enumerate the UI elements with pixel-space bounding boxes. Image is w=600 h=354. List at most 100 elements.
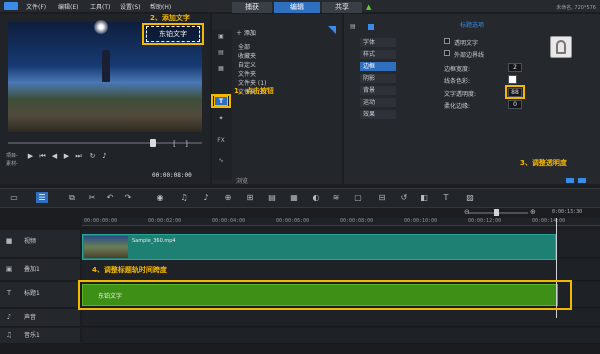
undo-icon[interactable]: ↶ bbox=[104, 192, 116, 203]
library-item[interactable]: 自定义 bbox=[238, 60, 256, 69]
timeline-scrollbar[interactable] bbox=[0, 344, 600, 354]
tab-font[interactable]: 字体 bbox=[360, 38, 396, 47]
outer-border-checkbox[interactable] bbox=[444, 50, 450, 56]
annotation-box-title-clip bbox=[78, 280, 572, 310]
mode-project-label[interactable]: 项目- bbox=[6, 152, 18, 159]
transparent-text-checkbox[interactable] bbox=[444, 38, 450, 44]
mask-icon[interactable]: ◐ bbox=[310, 192, 322, 203]
tab-capture[interactable]: 捕获 bbox=[232, 2, 272, 13]
path-icon[interactable]: ∿ bbox=[214, 156, 228, 166]
annotation-box-button bbox=[211, 94, 231, 108]
text-icon[interactable]: T bbox=[440, 192, 452, 203]
play-icon[interactable]: ▶ bbox=[26, 152, 35, 161]
next-frame-icon[interactable]: ▶ bbox=[62, 152, 71, 161]
scrub-handle[interactable] bbox=[150, 139, 156, 147]
preview-timecode[interactable]: 00:00:08:00 bbox=[152, 172, 192, 179]
media-icon[interactable]: ▣ bbox=[214, 32, 228, 42]
options-icon-b[interactable] bbox=[368, 24, 374, 30]
track-label-overlay: 叠加1 bbox=[24, 266, 40, 273]
border-preview-shape bbox=[556, 40, 566, 54]
subtitle-icon[interactable]: ▤ bbox=[266, 192, 278, 203]
panel-icon-a[interactable] bbox=[566, 178, 574, 183]
border-width-input[interactable]: 2 bbox=[508, 63, 522, 72]
title-track-icon: T bbox=[6, 289, 12, 297]
graphics-icon[interactable]: ✦ bbox=[214, 114, 228, 124]
mark-in-icon[interactable]: [ bbox=[170, 140, 179, 149]
annotation-box-text bbox=[142, 23, 204, 45]
line-color-label: 线条色彩: bbox=[444, 78, 471, 85]
mixer-icon[interactable]: ♫ bbox=[178, 192, 190, 203]
instant-project-icon[interactable]: ▤ bbox=[214, 48, 228, 58]
border-width-label: 边框宽度: bbox=[444, 66, 471, 73]
tab-edit[interactable]: 编辑 bbox=[274, 2, 320, 13]
end-icon[interactable]: ⏭ bbox=[74, 152, 83, 161]
repeat-icon[interactable]: ↻ bbox=[88, 152, 97, 161]
menu-help[interactable]: 帮助(H) bbox=[150, 2, 171, 11]
mark-out-icon[interactable]: ] bbox=[182, 140, 191, 149]
tab-shadow[interactable]: 阴影 bbox=[360, 74, 396, 83]
options-icon-a[interactable]: ▤ bbox=[350, 24, 356, 30]
app-window: 文件(F) 编辑(E) 工具(T) 设置(S) 帮助(H) 捕获 编辑 共享 ▲… bbox=[0, 0, 600, 354]
voice-track-icon: ♪ bbox=[6, 313, 12, 321]
zoom-out-icon[interactable]: ⊖ bbox=[464, 208, 470, 216]
prev-frame-icon[interactable]: ◀ bbox=[50, 152, 59, 161]
crop-icon[interactable]: ▢ bbox=[352, 192, 364, 203]
library-item[interactable]: 文件夹 bbox=[238, 69, 256, 78]
preview-sun bbox=[94, 20, 108, 34]
lane-voice[interactable] bbox=[82, 309, 600, 327]
music-track-icon: ♫ bbox=[5, 331, 13, 339]
library-add-label: 添加 bbox=[243, 30, 256, 37]
library-item[interactable]: 收藏夹 bbox=[238, 51, 256, 60]
menu-edit[interactable]: 编辑(E) bbox=[58, 2, 78, 11]
cut-icon[interactable]: ✂ bbox=[86, 192, 98, 203]
record-icon[interactable]: ◉ bbox=[154, 192, 166, 203]
stabilize-icon[interactable]: ≋ bbox=[330, 192, 342, 203]
library-add[interactable]: ＋ 添加 bbox=[236, 28, 256, 37]
app-logo-icon bbox=[4, 2, 18, 10]
motion-track-icon[interactable]: ⊕ bbox=[222, 192, 234, 203]
home-icon[interactable]: ⏮ bbox=[38, 152, 47, 161]
split-screen-icon[interactable]: ⊞ bbox=[244, 192, 256, 203]
track-label-music: 音乐1 bbox=[24, 332, 40, 339]
outer-border-label: 外部边界线 bbox=[454, 52, 485, 59]
menu-settings[interactable]: 设置(S) bbox=[120, 2, 141, 11]
line-color-swatch[interactable] bbox=[508, 75, 517, 84]
ruler-tick: 00:00:14:00 bbox=[532, 218, 566, 224]
zoom-slider-handle[interactable] bbox=[494, 209, 499, 216]
tab-share[interactable]: 共享 bbox=[322, 2, 362, 13]
storyboard-view-icon[interactable]: ▭ bbox=[8, 192, 20, 203]
transition-icon[interactable]: ▦ bbox=[214, 64, 228, 74]
menu-file[interactable]: 文件(F) bbox=[26, 2, 46, 11]
snap-icon[interactable]: ▨ bbox=[464, 192, 476, 203]
redo-icon[interactable]: ↷ bbox=[122, 192, 134, 203]
speed-icon[interactable]: ⊟ bbox=[376, 192, 388, 203]
lane-music[interactable] bbox=[82, 328, 600, 344]
library-item[interactable]: 全部 bbox=[238, 42, 250, 51]
menu-tools[interactable]: 工具(T) bbox=[90, 2, 110, 11]
ruler-tick: 00:00:04:00 bbox=[212, 218, 246, 224]
zoom-in-icon[interactable]: ⊕ bbox=[530, 208, 536, 216]
reverse-icon[interactable]: ↺ bbox=[398, 192, 410, 203]
soft-edge-label: 柔化边缘: bbox=[444, 103, 471, 110]
tab-style[interactable]: 样式 bbox=[360, 50, 396, 59]
auto-music-icon[interactable]: ♪ bbox=[200, 192, 212, 203]
timeline-view-icon[interactable]: ☰ bbox=[36, 192, 48, 203]
upload-icon[interactable]: ▲ bbox=[366, 4, 374, 11]
video-track-icon: ■ bbox=[5, 237, 13, 245]
tab-motion[interactable]: 运动 bbox=[360, 98, 396, 107]
browse-button[interactable]: 浏览 bbox=[236, 176, 248, 185]
tab-background[interactable]: 背景 bbox=[360, 86, 396, 95]
volume-icon[interactable]: ♪ bbox=[100, 152, 109, 161]
library-corner-icon bbox=[328, 26, 336, 34]
mode-clip-label[interactable]: 素材- bbox=[6, 160, 18, 167]
tab-border[interactable]: 边框 bbox=[360, 62, 396, 71]
color-icon[interactable]: ◧ bbox=[418, 192, 430, 203]
filter-fx-icon[interactable]: FX bbox=[214, 136, 228, 146]
soft-edge-input[interactable]: 0 bbox=[508, 100, 522, 109]
tab-effect[interactable]: 效果 bbox=[360, 110, 396, 119]
track-label-video: 视频 bbox=[24, 238, 37, 245]
panel-icon-b[interactable] bbox=[578, 178, 586, 183]
multicam-icon[interactable]: ▦ bbox=[288, 192, 300, 203]
copy-icon[interactable]: ⧉ bbox=[66, 192, 78, 203]
ruler-tick: 00:00:06:00 bbox=[276, 218, 310, 224]
